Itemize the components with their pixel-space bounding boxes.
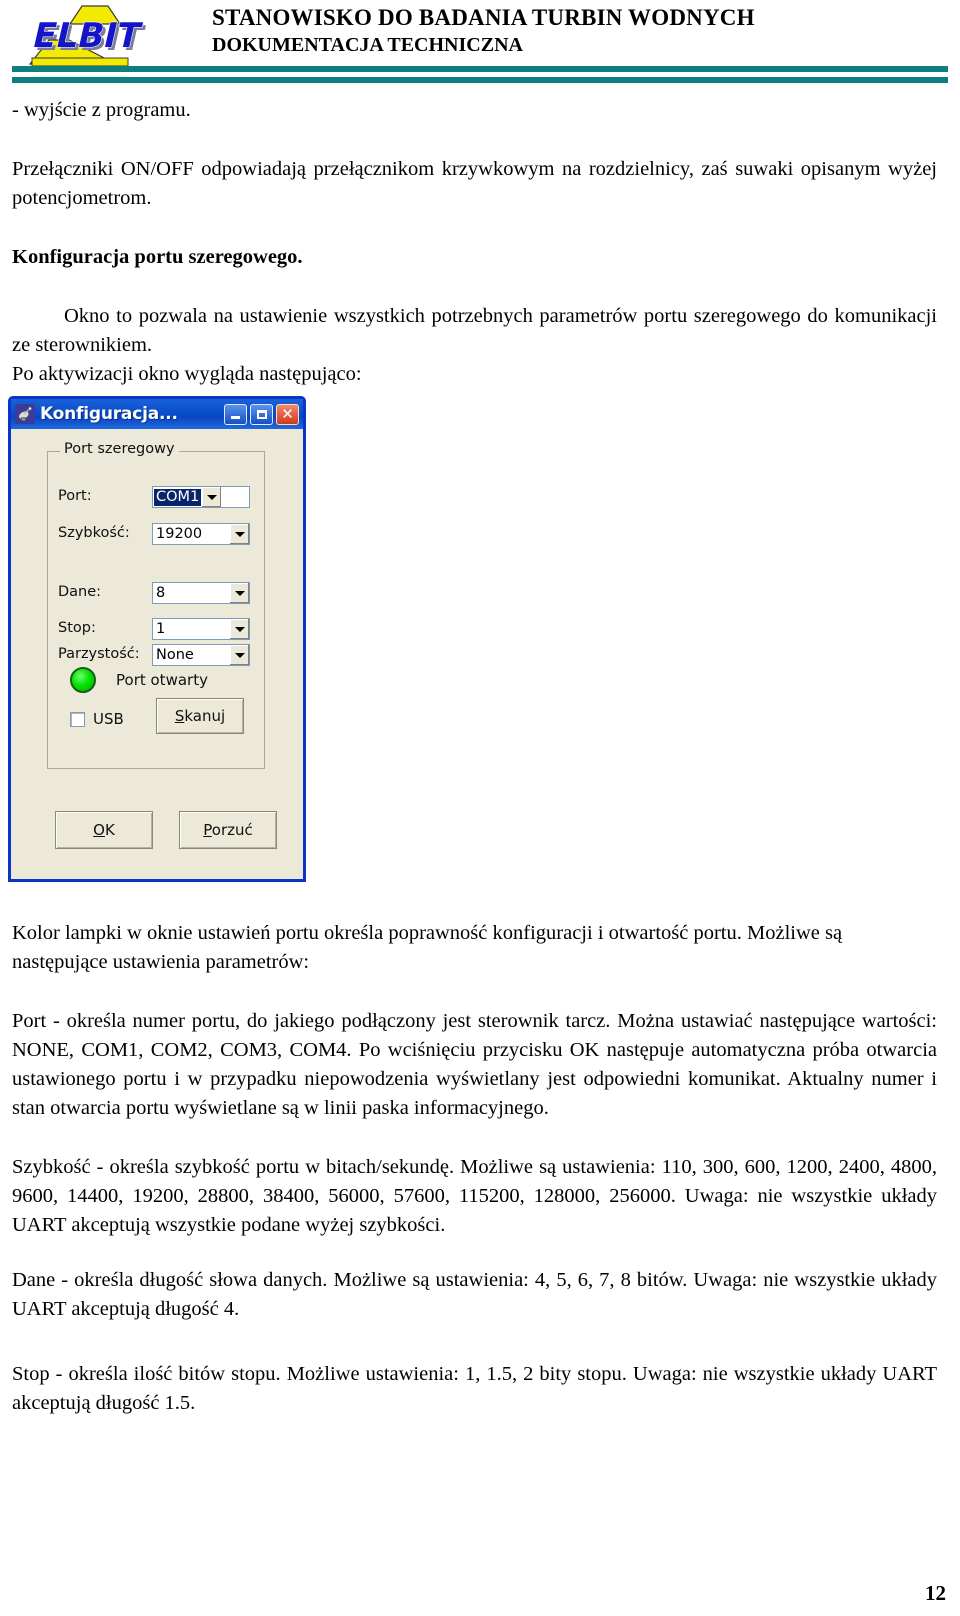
status-lamp-label: Port otwarty xyxy=(116,671,208,689)
paragraph-exit-program: - wyjście z programu. xyxy=(12,99,191,121)
paragraph-lamp-color: Kolor lampki w oknie ustawień portu okre… xyxy=(12,922,843,973)
data-bits-select-value: 8 xyxy=(156,585,166,601)
port-select-value: COM1 xyxy=(154,488,202,506)
page-number: 12 xyxy=(925,1581,946,1605)
ok-button-rest: K xyxy=(104,821,115,839)
dialog-body: Port szeregowy Port: COM1 Szybkość: 1920… xyxy=(11,429,303,879)
header-title-block: STANOWISKO DO BADANIA TURBIN WODNYCH DOK… xyxy=(212,4,912,58)
paragraph-data-setting: Dane - określa długość słowa danych. Moż… xyxy=(12,1269,937,1320)
label-parity: Parzystość: xyxy=(58,646,140,662)
cancel-button[interactable]: Porzuć xyxy=(179,811,277,849)
status-lamp-icon xyxy=(70,667,96,693)
label-data: Dane: xyxy=(58,584,102,600)
ok-button[interactable]: OK xyxy=(55,811,153,849)
svg-text:ELBIT: ELBIT xyxy=(33,16,144,56)
configuration-dialog-container: Konfiguracja... ✕ Port szeregowy Port: C… xyxy=(8,396,306,882)
minimize-icon xyxy=(231,416,240,419)
dialog-title: Konfiguracja... xyxy=(40,404,178,424)
dialog-window-controls: ✕ xyxy=(224,403,301,425)
maximize-icon xyxy=(256,409,267,419)
document-title-sub: DOKUMENTACJA TECHNICZNA xyxy=(212,34,523,56)
usb-checkbox[interactable] xyxy=(70,711,85,727)
header-rule-top xyxy=(12,66,948,72)
minimize-button[interactable] xyxy=(224,403,247,425)
satellite-dish-icon xyxy=(15,404,35,424)
satellite-dish-glyph xyxy=(18,406,32,422)
speed-select[interactable]: 19200 xyxy=(152,523,250,545)
cancel-button-accel: P xyxy=(203,821,212,839)
scan-button-rest: kanuj xyxy=(184,707,226,725)
paragraph-switches: Przełączniki ON/OFF odpowiadają przełącz… xyxy=(12,158,937,209)
configuration-dialog[interactable]: Konfiguracja... ✕ Port szeregowy Port: C… xyxy=(8,396,306,882)
chevron-down-icon[interactable] xyxy=(201,487,222,507)
ok-button-accel: O xyxy=(93,821,105,839)
usb-checkbox-label: USB xyxy=(93,710,124,728)
header-rule-bottom xyxy=(12,77,948,83)
dialog-titlebar[interactable]: Konfiguracja... ✕ xyxy=(11,399,303,429)
paragraph-port-setting: Port - określa numer portu, do jakiego p… xyxy=(12,1010,937,1119)
chevron-down-icon[interactable] xyxy=(229,583,249,603)
scan-button[interactable]: Skanuj xyxy=(156,698,244,734)
paragraph-speed-setting: Szybkość - określa szybkość portu w bita… xyxy=(12,1156,937,1236)
stop-bits-select[interactable]: 1 xyxy=(152,618,250,640)
header-divider xyxy=(12,66,948,83)
maximize-button[interactable] xyxy=(250,403,273,425)
scan-button-accel: S xyxy=(174,707,185,725)
data-bits-select[interactable]: 8 xyxy=(152,582,250,604)
close-button[interactable]: ✕ xyxy=(276,403,299,425)
label-port: Port: xyxy=(58,488,92,504)
parity-select[interactable]: None xyxy=(152,644,250,666)
paragraph-after-activation: Po aktywizacji okno wygląda następująco: xyxy=(12,363,362,385)
paragraph-window-description: Okno to pozwala na ustawienie wszystkich… xyxy=(12,305,937,356)
document-title-main: STANOWISKO DO BADANIA TURBIN WODNYCH xyxy=(212,5,755,30)
port-select[interactable]: COM1 xyxy=(152,486,250,508)
port-status-indicator-row: Port otwarty xyxy=(70,667,208,693)
chevron-down-icon[interactable] xyxy=(229,524,249,544)
paragraph-stop-setting: Stop - określa ilość bitów stopu. Możliw… xyxy=(12,1363,937,1414)
serial-port-groupbox-label: Port szeregowy xyxy=(60,441,179,457)
cancel-button-rest: orzuć xyxy=(211,821,253,839)
parity-select-value: None xyxy=(156,647,194,663)
label-speed: Szybkość: xyxy=(58,525,130,541)
close-icon: ✕ xyxy=(281,404,294,423)
document-header: ELBIT ELBIT STANOWISKO DO BADANIA TURBIN… xyxy=(0,0,960,88)
serial-port-groupbox: Port szeregowy Port: COM1 Szybkość: 1920… xyxy=(47,441,265,769)
chevron-down-icon[interactable] xyxy=(229,645,249,665)
chevron-down-icon[interactable] xyxy=(229,619,249,639)
heading-serial-port-config: Konfiguracja portu szeregowego. xyxy=(12,246,303,268)
label-stop: Stop: xyxy=(58,620,96,636)
stop-bits-select-value: 1 xyxy=(156,621,166,637)
speed-select-value: 19200 xyxy=(156,526,203,542)
